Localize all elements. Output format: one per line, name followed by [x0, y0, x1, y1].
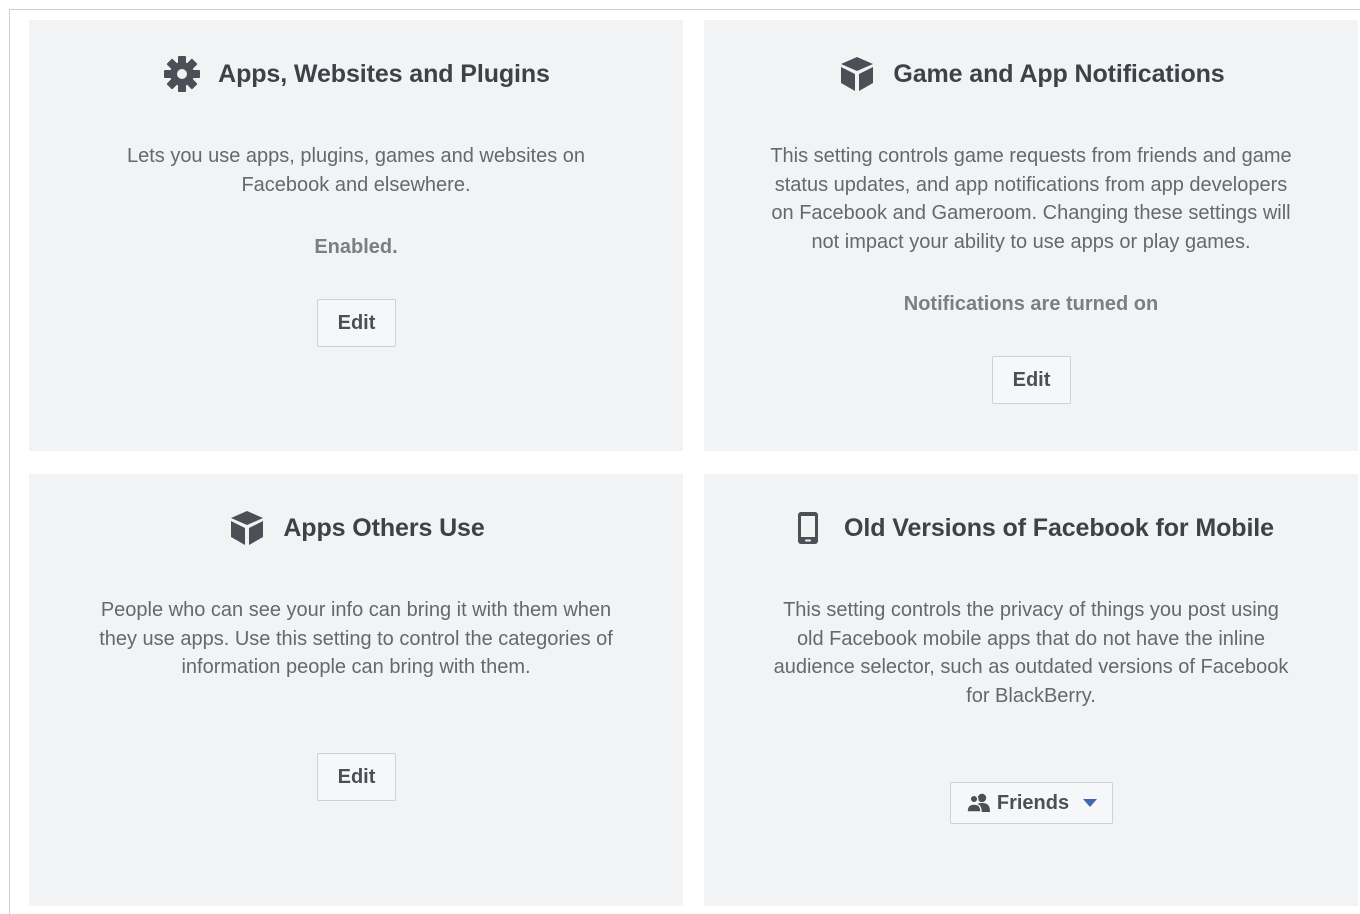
card-title: Game and App Notifications — [893, 59, 1225, 88]
card-description: Lets you use apps, plugins, games and we… — [29, 142, 683, 199]
edit-button[interactable]: Edit — [317, 299, 396, 347]
card-header: Game and App Notifications — [704, 54, 1358, 94]
description-line: not impact your ability to use apps or p… — [811, 230, 1251, 253]
card-description: People who can see your info can bring i… — [29, 596, 683, 682]
cube-icon — [837, 54, 877, 94]
apps-websites-plugins-card: Apps, Websites and Plugins Lets you use … — [29, 20, 683, 451]
edit-button[interactable]: Edit — [317, 753, 396, 801]
apps-others-use-card: Apps Others Use People who can see your … — [29, 474, 683, 906]
audience-selector-button[interactable]: Friends — [950, 782, 1113, 824]
description-line: they use apps. Use this setting to contr… — [99, 627, 613, 650]
description-line: People who can see your info can bring i… — [100, 599, 612, 621]
old-versions-mobile-card: Old Versions of Facebook for Mobile This… — [704, 474, 1358, 906]
description-line: This setting controls game requests from… — [770, 145, 1292, 167]
description-line: information people can bring with them. — [181, 656, 531, 678]
audience-label: Friends — [996, 791, 1070, 814]
friends-icon — [966, 793, 992, 813]
card-description: This setting controls the privacy of thi… — [704, 596, 1358, 710]
mobile-phone-icon — [788, 508, 828, 548]
description-line: Facebook and elsewhere. — [241, 173, 471, 196]
card-header: Apps, Websites and Plugins — [29, 54, 683, 94]
description-line: old Facebook mobile apps that do not hav… — [796, 627, 1266, 650]
card-header: Old Versions of Facebook for Mobile — [704, 508, 1358, 548]
edit-button[interactable]: Edit — [992, 356, 1071, 404]
description-line: status updates, and app notifications fr… — [774, 173, 1288, 196]
description-line: for BlackBerry. — [966, 684, 1096, 707]
card-title: Old Versions of Facebook for Mobile — [844, 513, 1274, 542]
caret-down-icon — [1083, 799, 1098, 807]
card-description: This setting controls game requests from… — [704, 142, 1358, 256]
cube-icon — [227, 508, 267, 548]
description-line: Lets you use apps, plugins, games and we… — [126, 145, 586, 167]
game-app-notifications-card: Game and App Notifications This setting … — [704, 20, 1358, 451]
description-line: on Facebook and Gameroom. Changing these… — [771, 202, 1291, 224]
card-title: Apps Others Use — [283, 513, 485, 542]
description-line: audience selector, such as outdated vers… — [773, 656, 1289, 678]
gear-icon — [162, 54, 202, 94]
card-title: Apps, Websites and Plugins — [218, 59, 550, 88]
description-line: This setting controls the privacy of thi… — [783, 599, 1279, 621]
status-text: Notifications are turned on — [903, 293, 1159, 315]
status-text: Enabled. — [314, 236, 398, 258]
card-header: Apps Others Use — [29, 508, 683, 548]
